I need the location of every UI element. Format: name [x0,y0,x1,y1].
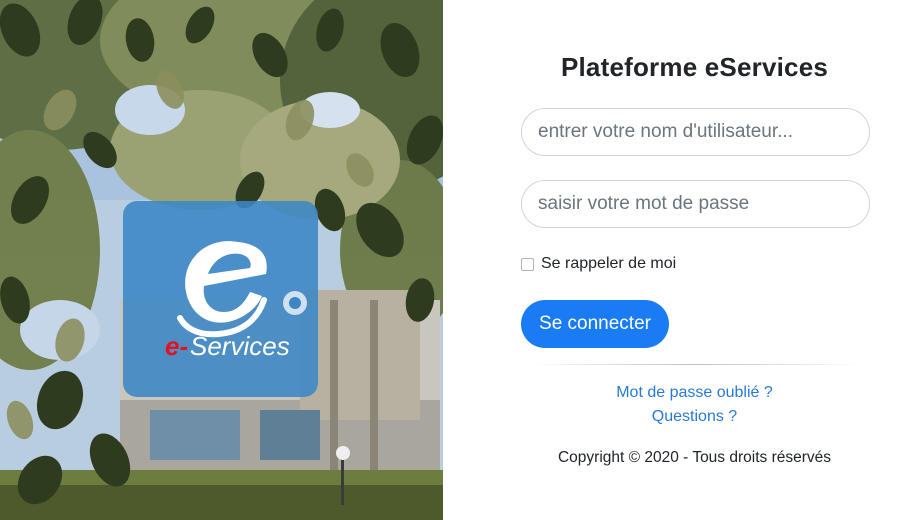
hero-illustration: e- Services [0,0,443,520]
copyright-text: Copyright © 2020 - Tous droits réservés [557,449,832,466]
divider [528,364,863,365]
logo-text-prefix: e- [165,331,188,361]
username-input[interactable] [521,108,870,156]
forgot-password-link[interactable]: Mot de passe oublié ? [443,384,918,402]
remember-me-checkbox[interactable] [521,257,534,271]
eservices-logo: e- Services [123,201,318,397]
hero-image: e- Services [0,0,443,520]
page-title: Plateforme eServices [560,52,829,82]
questions-link[interactable]: Questions ? [443,408,918,426]
remember-me-label: Se rappeler de moi [541,255,677,272]
login-panel: Plateforme eServices Se rappeler de moi … [443,0,918,520]
login-button[interactable]: Se connecter [521,300,669,348]
logo-text-suffix: Services [190,331,290,361]
password-input[interactable] [521,180,870,228]
remember-me: Se rappeler de moi [521,255,676,273]
